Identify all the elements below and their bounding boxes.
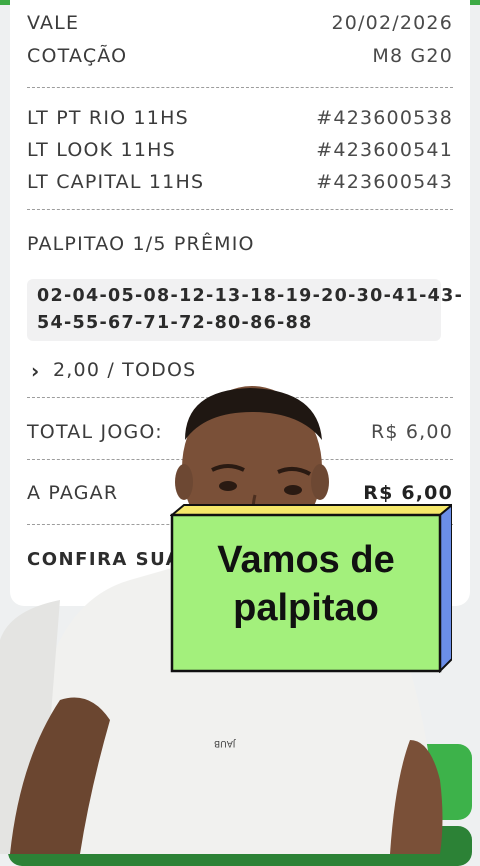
vale-label: VALE (27, 12, 80, 34)
divider (27, 397, 453, 398)
lottery-name: LT LOOK 11HS (27, 139, 176, 161)
lottery-row: LT LOOK 11HS #423600541 (27, 139, 453, 161)
numbers-line-2: 54-55-67-71-72-80-86-88 (37, 313, 313, 333)
palpitao-label: PALPITAO 1/5 PRÊMIO (27, 233, 255, 255)
cotacao-value: M8 G20 (372, 45, 453, 67)
lottery-name: LT PT RIO 11HS (27, 107, 189, 129)
a-pagar-row: A PAGAR R$ 6,00 (27, 482, 453, 504)
primary-action-button[interactable] (8, 744, 472, 820)
a-pagar-value: R$ 6,00 (363, 482, 453, 504)
lottery-code: #423600541 (316, 139, 453, 161)
chevron-right-icon[interactable]: › (31, 359, 39, 383)
divider (27, 87, 453, 88)
total-row: TOTAL JOGO: R$ 6,00 (27, 421, 453, 443)
total-label: TOTAL JOGO: (27, 421, 163, 443)
caption-text: Vamos de palpitao (172, 536, 440, 632)
bet-detail-toggle[interactable]: 2,00 / TODOS (53, 359, 196, 381)
lottery-name: LT CAPITAL 11HS (27, 171, 205, 193)
secondary-action-button[interactable] (8, 826, 472, 866)
divider (27, 209, 453, 210)
caption-line-1: Vamos de (217, 539, 395, 581)
shirt-print: JAUB (214, 738, 236, 748)
caption-line-2: palpitao (233, 587, 379, 629)
total-value: R$ 6,00 (370, 421, 453, 443)
a-pagar-label: A PAGAR (27, 482, 119, 504)
numbers-line-1: 02-04-05-08-12-13-18-19-20-30-41-43- (37, 286, 464, 306)
vale-row: VALE 20/02/2026 (27, 12, 453, 34)
lottery-code: #423600538 (316, 107, 453, 129)
divider (27, 459, 453, 460)
cotacao-row: COTAÇÃO M8 G20 (27, 45, 453, 67)
lottery-row: LT CAPITAL 11HS #423600543 (27, 171, 453, 193)
confira-label: CONFIRA SUA (27, 549, 182, 570)
lottery-code: #423600543 (316, 171, 453, 193)
lottery-row: LT PT RIO 11HS #423600538 (27, 107, 453, 129)
cotacao-label: COTAÇÃO (27, 45, 128, 67)
vale-date: 20/02/2026 (331, 12, 453, 34)
